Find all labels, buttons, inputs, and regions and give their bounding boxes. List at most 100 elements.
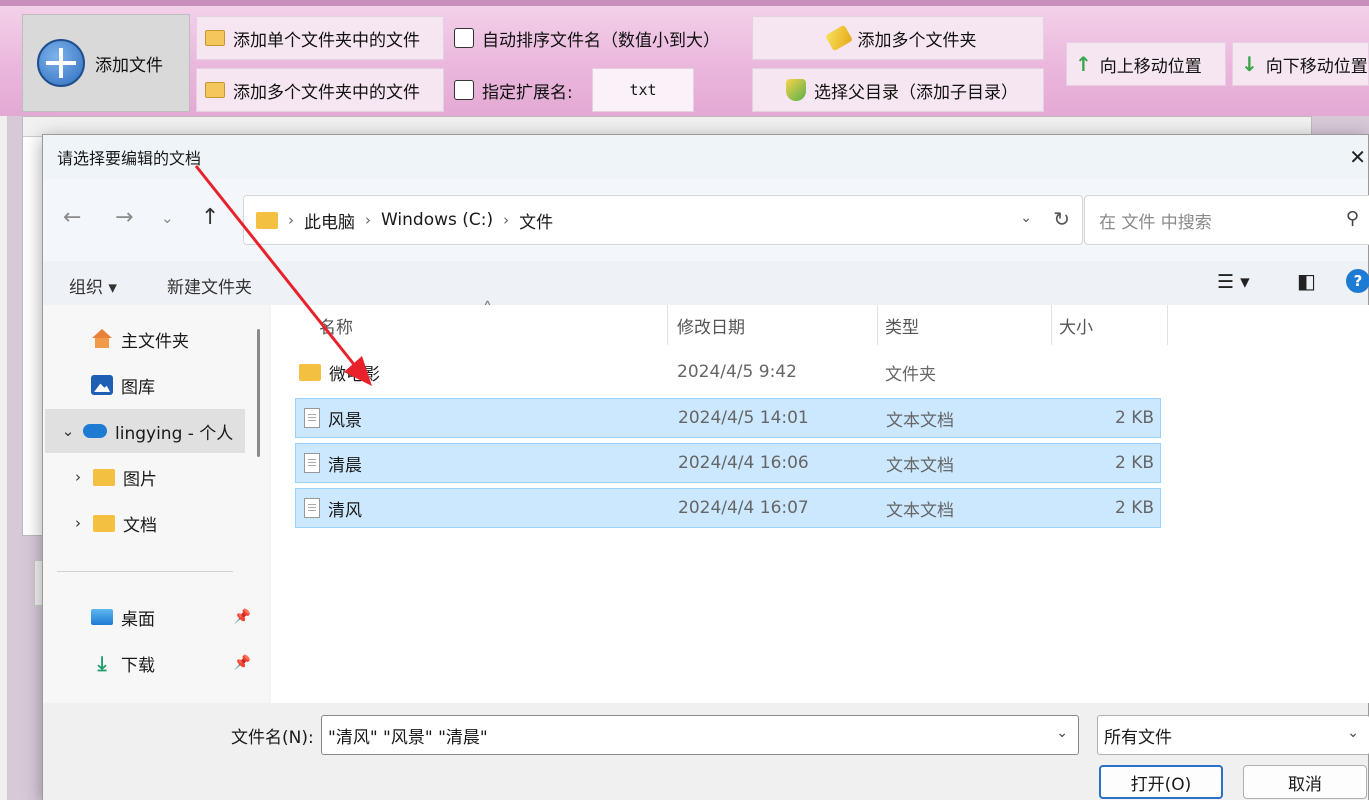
organize-menu[interactable]: 组织 ▾: [69, 273, 117, 298]
folder-icon: [256, 211, 278, 229]
specify-ext-label: 指定扩展名:: [482, 82, 573, 103]
nav-scrollbar[interactable]: [257, 329, 260, 457]
column-header-type[interactable]: 类型: [877, 305, 1047, 345]
dialog-title: 请选择要编辑的文档: [57, 149, 202, 168]
file-row-selected[interactable]: 风景 2024/4/5 14:01 文本文档 2 KB: [295, 398, 1161, 438]
filetype-select[interactable]: 所有文件 ⌄: [1097, 715, 1369, 755]
desktop-icon: [91, 609, 113, 625]
column-separator[interactable]: [1167, 305, 1168, 345]
chevron-right-icon[interactable]: ›: [71, 514, 85, 532]
nav-item-onedrive[interactable]: ⌄ lingying - 个人: [45, 409, 245, 453]
file-size: 2 KB: [1114, 408, 1154, 428]
breadcrumb-separator-icon: ›: [503, 211, 510, 229]
column-header-modified[interactable]: 修改日期: [669, 305, 875, 345]
auto-sort-checkbox[interactable]: 自动排序文件名（数值小到大）: [446, 16, 748, 60]
file-modified: 2024/4/4 16:07: [678, 498, 809, 518]
back-icon[interactable]: ←: [63, 205, 81, 230]
file-type: 文本文档: [886, 410, 954, 431]
file-row-folder[interactable]: 微电影 2024/4/5 9:42 文件夹: [295, 353, 1161, 393]
column-separator[interactable]: [667, 305, 668, 345]
file-name: 微电影: [329, 364, 380, 385]
file-name: 清晨: [328, 455, 362, 476]
column-header-size[interactable]: 大小: [1051, 305, 1165, 345]
chevron-down-icon[interactable]: ⌄: [1347, 725, 1359, 741]
nav-divider: [57, 571, 233, 572]
chevron-down-icon[interactable]: ⌄: [1056, 725, 1068, 741]
file-row-selected[interactable]: 清风 2024/4/4 16:07 文本文档 2 KB: [295, 488, 1161, 528]
filename-value: "清风" "风景" "清晨": [328, 727, 488, 748]
nav-item-label: lingying - 个人: [115, 423, 234, 444]
command-bar: 组织 ▾ 新建文件夹 ☰ ▾ ◧ ?: [43, 261, 1369, 305]
refresh-icon[interactable]: ↻: [1053, 207, 1070, 231]
specify-ext-checkbox[interactable]: 指定扩展名:: [446, 68, 592, 112]
add-single-folder-button[interactable]: 添加单个文件夹中的文件: [196, 16, 444, 60]
nav-item-downloads[interactable]: ⤓ 下载 📌: [43, 641, 255, 685]
checkbox-box[interactable]: [454, 28, 474, 48]
navigation-pane: 主文件夹 图库 ⌄ lingying - 个人 › 图片 › 文档 桌面 📌 ⤓…: [43, 305, 269, 703]
move-up-label: 向上移动位置: [1099, 56, 1202, 77]
folder-icon: [205, 30, 225, 46]
nav-item-desktop[interactable]: 桌面 📌: [43, 595, 255, 639]
preview-pane-icon[interactable]: ◧: [1297, 269, 1316, 293]
add-file-button[interactable]: 添加文件: [22, 14, 190, 112]
file-row-selected[interactable]: 清晨 2024/4/4 16:06 文本文档 2 KB: [295, 443, 1161, 483]
checkbox-box[interactable]: [454, 80, 474, 100]
pin-icon: 📌: [233, 655, 251, 671]
home-icon: [91, 329, 113, 349]
recent-chevron-icon[interactable]: ⌄: [161, 209, 174, 227]
chevron-down-icon[interactable]: ⌄: [61, 422, 75, 440]
new-folder-button[interactable]: 新建文件夹: [167, 273, 252, 298]
plus-icon: [37, 39, 85, 87]
open-file-dialog: 请选择要编辑的文档 ✕ ← → ⌄ ↑ › 此电脑 › Windows (C:)…: [42, 134, 1369, 800]
app-toolbar: 添加文件 添加单个文件夹中的文件 添加多个文件夹中的文件 自动排序文件名（数值小…: [0, 0, 1369, 116]
breadcrumb-item[interactable]: 文件: [519, 208, 553, 233]
nav-item-label: 图片: [123, 469, 157, 490]
text-document-icon: [304, 408, 320, 428]
move-up-button[interactable]: ↑ 向上移动位置: [1066, 42, 1226, 86]
auto-sort-label: 自动排序文件名（数值小到大）: [482, 30, 720, 51]
help-icon[interactable]: ?: [1346, 269, 1369, 293]
arrow-up-icon: ↑: [1075, 52, 1092, 76]
move-down-button[interactable]: ↓ 向下移动位置: [1232, 42, 1369, 86]
forward-icon[interactable]: →: [115, 205, 133, 230]
dialog-footer: 文件名(N): "清风" "风景" "清晨" ⌄ 所有文件 ⌄ 打开(O) 取消: [43, 703, 1369, 800]
nav-item-documents[interactable]: › 文档: [43, 501, 255, 545]
file-size: 2 KB: [1114, 498, 1154, 518]
filename-input[interactable]: "清风" "风景" "清晨" ⌄: [321, 715, 1079, 755]
view-menu-icon[interactable]: ☰ ▾: [1217, 271, 1250, 293]
file-type: 文本文档: [886, 455, 954, 476]
search-input[interactable]: 在 文件 中搜索 ⚲: [1084, 195, 1369, 245]
file-type: 文件夹: [885, 364, 936, 385]
app-left-edge: [0, 40, 8, 800]
breadcrumb-separator-icon: ›: [365, 211, 371, 229]
gallery-icon: [91, 375, 113, 395]
text-document-icon: [304, 453, 320, 473]
nav-item-label: 图库: [121, 377, 155, 398]
add-multi-folders-button[interactable]: 添加多个文件夹: [752, 16, 1044, 60]
up-icon[interactable]: ↑: [201, 205, 219, 230]
filetype-value: 所有文件: [1104, 727, 1172, 748]
download-icon: ⤓: [97, 651, 107, 675]
select-parent-button[interactable]: 选择父目录（添加子目录）: [752, 68, 1044, 112]
toolbar-top-line: [0, 0, 1369, 6]
dialog-titlebar: 请选择要编辑的文档 ✕: [43, 135, 1368, 179]
cancel-button[interactable]: 取消: [1243, 765, 1367, 799]
file-modified: 2024/4/5 9:42: [677, 362, 797, 382]
breadcrumb-item[interactable]: 此电脑: [304, 208, 355, 233]
close-icon[interactable]: ✕: [1349, 145, 1366, 169]
nav-item-gallery[interactable]: 图库: [43, 363, 255, 407]
address-bar[interactable]: › 此电脑 › Windows (C:) › 文件 ⌄ ↻: [243, 195, 1083, 245]
breadcrumb-item[interactable]: Windows (C:): [381, 210, 493, 230]
nav-item-home[interactable]: 主文件夹: [43, 317, 255, 361]
open-button[interactable]: 打开(O): [1099, 765, 1223, 799]
search-icon[interactable]: ⚲: [1346, 208, 1359, 229]
file-modified: 2024/4/5 14:01: [678, 408, 809, 428]
column-header-name[interactable]: 名称: [311, 305, 669, 345]
file-modified: 2024/4/4 16:06: [678, 453, 809, 473]
chevron-right-icon[interactable]: ›: [71, 468, 85, 486]
pin-icon: 📌: [233, 609, 251, 625]
add-multi-folder-files-button[interactable]: 添加多个文件夹中的文件: [196, 68, 444, 112]
chevron-down-icon[interactable]: ⌄: [1020, 210, 1032, 226]
nav-item-pictures[interactable]: › 图片: [43, 455, 255, 499]
ext-input[interactable]: txt: [592, 68, 694, 112]
